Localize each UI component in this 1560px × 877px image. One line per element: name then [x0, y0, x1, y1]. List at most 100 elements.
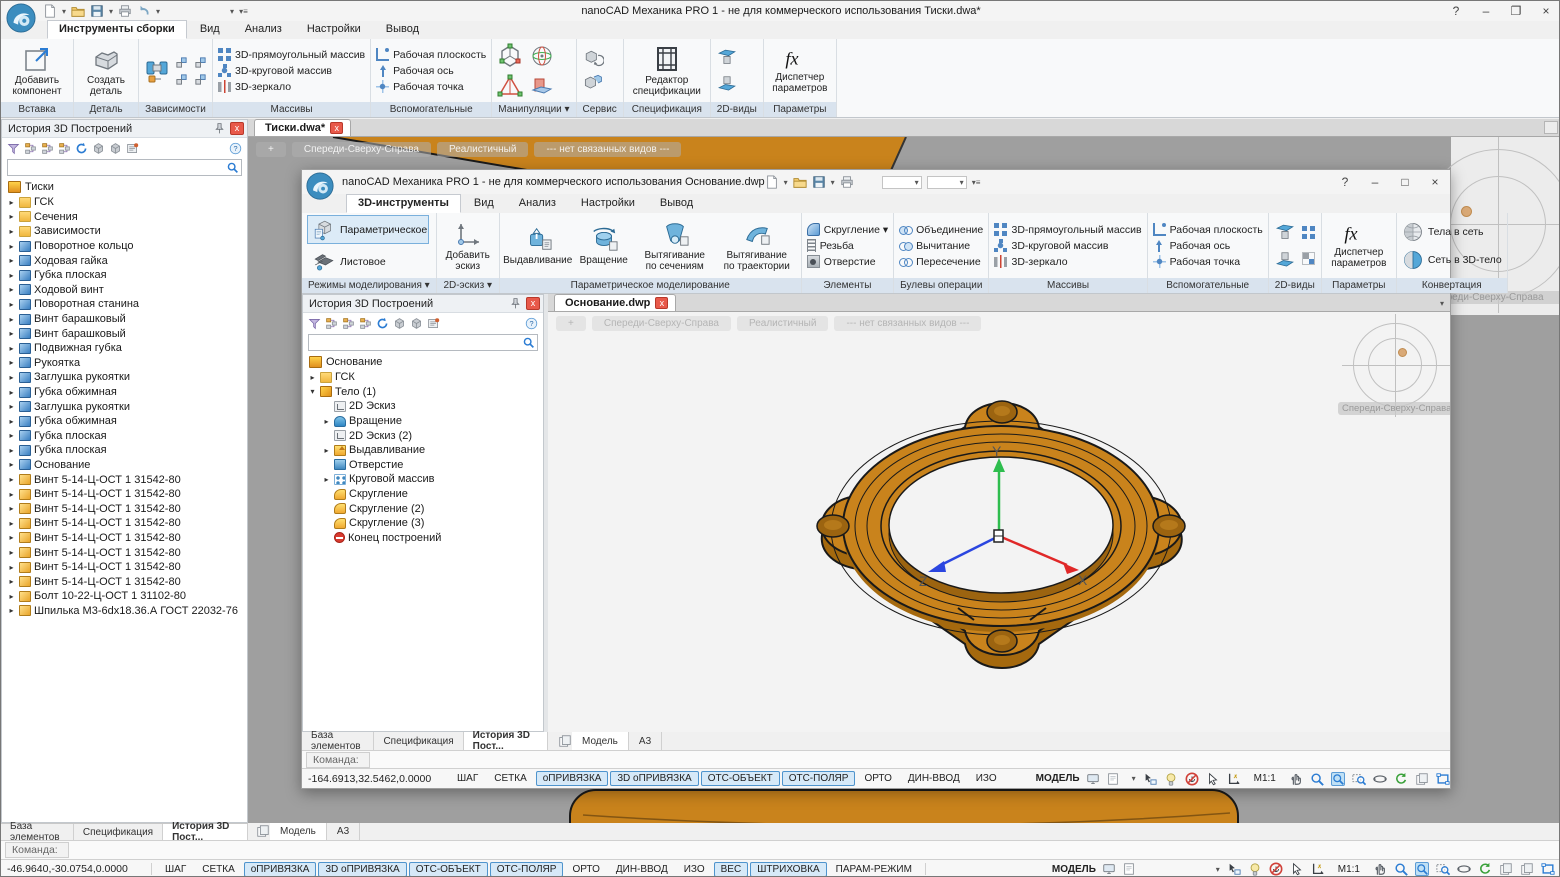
ribbon-item[interactable]: 3D-зеркало [218, 80, 365, 93]
status-toggle[interactable]: ШАГ [158, 862, 193, 877]
status-toggle[interactable]: ВЕС [714, 862, 749, 877]
ribbon-tab[interactable]: Инструменты сборки [47, 20, 187, 39]
group-label-sketch[interactable]: 2D-эскиз ▾ [437, 278, 499, 293]
tree-collapse-icon[interactable] [359, 317, 372, 330]
ribbon-item[interactable]: Пересечение [899, 255, 983, 268]
layout-tab[interactable]: Модель [270, 823, 327, 840]
tree-arrow-icon[interactable] [7, 548, 16, 557]
selection-cycle-icon[interactable] [1143, 772, 1157, 786]
ribbon-tab[interactable]: Вид [188, 20, 232, 39]
status-toggle[interactable]: ДИН-ВВОД [609, 862, 675, 877]
status-toggle[interactable]: оПРИВЯЗКА [244, 862, 317, 877]
layout-list-icon[interactable] [558, 734, 572, 748]
view-overlay-button[interactable]: --- нет связанных видов --- [834, 316, 981, 331]
child-command-line[interactable]: Команда: [302, 750, 1450, 768]
selection-cycle-icon[interactable] [1227, 862, 1241, 876]
view-overlay-button[interactable]: Спереди-Сверху-Справа [592, 316, 731, 331]
ribbon-item[interactable]: 3D-круговой массив [994, 239, 1141, 252]
ribbon-item[interactable]: 3D-круговой массив [218, 64, 365, 77]
import-body-icon[interactable] [109, 142, 122, 155]
group-label-konvertatsiya[interactable]: Конвертация [1397, 278, 1507, 293]
service-update-icon[interactable] [582, 47, 604, 69]
zoom-realtime-icon[interactable] [1331, 772, 1345, 786]
tree-errors-icon[interactable] [342, 317, 355, 330]
view-overlay-button[interactable]: + [256, 142, 286, 157]
group-label-vstavka[interactable]: Вставка [1, 102, 73, 117]
ribbon-item[interactable]: Рабочая ось [1153, 239, 1263, 252]
tree-arrow-icon[interactable] [7, 592, 16, 601]
ribbon-tab[interactable]: Анализ [507, 194, 568, 213]
panel-tab[interactable]: История 3D Пост... [464, 732, 548, 750]
group-label-detal[interactable]: Деталь [74, 102, 138, 117]
tree-errors-icon[interactable] [41, 142, 54, 155]
status-toggle[interactable]: 3D оПРИВЯЗКА [610, 771, 698, 786]
tree-arrow-icon[interactable] [7, 198, 16, 207]
tree-item[interactable]: Губка обжимная [2, 414, 247, 429]
view-overlay-button[interactable]: Реалистичный [437, 142, 528, 157]
undo-caret-icon[interactable]: ▾ [156, 7, 160, 16]
qat-combo-caret-icon[interactable]: ▾ [230, 7, 234, 16]
status-toggle[interactable]: оПРИВЯЗКА [536, 771, 609, 786]
lighting-icon[interactable] [1164, 772, 1178, 786]
group-label-2d-vidy[interactable]: 2D-виды [711, 102, 763, 117]
tree-arrow-icon[interactable] [7, 315, 16, 324]
tree-item[interactable]: Круговой массив [303, 472, 543, 487]
group-label-massivy[interactable]: Массивы [989, 278, 1146, 293]
tree-arrow-icon[interactable] [7, 358, 16, 367]
status-toggle[interactable]: СЕТКА [195, 862, 242, 877]
tree-item[interactable]: Винт 5-14-Ц-ОСТ 1 31542-80 [2, 545, 247, 560]
selection-caret-icon[interactable]: ▾ [1132, 774, 1136, 783]
paper-space-icon[interactable] [1122, 862, 1136, 876]
tree-item[interactable]: Скругление [303, 487, 543, 502]
ribbon-item[interactable]: Рабочая плоскость [1153, 223, 1263, 236]
tree-arrow-icon[interactable] [7, 460, 16, 469]
sheet-mode-button[interactable]: Листовое [307, 247, 429, 276]
manipulate-rotate-icon[interactable] [529, 43, 555, 69]
status-toggle[interactable]: ОРТО [565, 862, 606, 877]
ribbon-item[interactable]: Объединение [899, 223, 983, 236]
group-label-modes[interactable]: Режимы моделирования ▾ [302, 278, 436, 293]
group-label-parametry[interactable]: Параметры [1322, 278, 1396, 293]
spec-editor-button[interactable]: Редактор спецификации [629, 43, 705, 99]
ribbon-tab[interactable]: Настройки [295, 20, 373, 39]
tree-item[interactable]: Выдавливание [303, 443, 543, 458]
tree-arrow-icon[interactable] [7, 504, 16, 513]
open-file-icon[interactable] [793, 175, 807, 189]
tree-item[interactable]: Зависимости [2, 224, 247, 239]
ribbon-tab[interactable]: Настройки [569, 194, 647, 213]
tree-item[interactable]: Отверстие [303, 458, 543, 473]
add-sketch-button[interactable]: Добавить эскиз [442, 218, 494, 274]
status-toggle[interactable]: ОТС-ПОЛЯР [490, 862, 564, 877]
new-file-icon[interactable] [765, 175, 779, 189]
group-label-bulevy[interactable]: Булевы операции [894, 278, 988, 293]
tree-item[interactable]: Винт 5-14-Ц-ОСТ 1 31542-80 [2, 472, 247, 487]
tree-item[interactable]: Заглушка рукоятки [2, 370, 247, 385]
save-icon[interactable] [812, 175, 826, 189]
status-toggle[interactable]: ШТРИХОВКА [750, 862, 826, 877]
tree-item[interactable]: Сечения [2, 210, 247, 225]
view-overlay-button[interactable]: Реалистичный [737, 316, 828, 331]
2d-view-down-icon[interactable] [716, 72, 738, 94]
save-caret-icon[interactable]: ▾ [831, 178, 835, 187]
tree-arrow-icon[interactable] [7, 577, 16, 586]
group-label-spetsifikatsiya[interactable]: Спецификация [624, 102, 710, 117]
zoom-window-icon[interactable] [1436, 862, 1450, 876]
service-convert-icon[interactable] [582, 72, 604, 94]
pan-icon[interactable] [1373, 862, 1387, 876]
tree-item[interactable]: Поворотная станина [2, 297, 247, 312]
tree-item[interactable]: Болт 10-22-Ц-ОСТ 1 31102-80 [2, 589, 247, 604]
tree-collapse-icon[interactable] [58, 142, 71, 155]
tree-arrow-icon[interactable] [7, 242, 16, 251]
refresh-icon[interactable] [75, 142, 88, 155]
body-to-mesh-button[interactable]: Тела в сеть [1402, 221, 1502, 243]
tree-item[interactable]: Тело (1) [303, 385, 543, 400]
show-frame-icon[interactable] [1541, 862, 1555, 876]
new-sheet-icon[interactable] [1520, 862, 1534, 876]
ribbon-item[interactable]: Отверстие [807, 255, 888, 268]
import-body-icon[interactable] [410, 317, 423, 330]
group-label-vspomogatelnye[interactable]: Вспомогательные [1148, 278, 1268, 293]
status-toggle[interactable]: ОРТО [857, 771, 898, 786]
search-icon[interactable] [226, 161, 239, 174]
view-overlay-button[interactable]: --- нет связанных видов --- [534, 142, 681, 157]
panel-tab[interactable]: База элементов [302, 732, 374, 750]
